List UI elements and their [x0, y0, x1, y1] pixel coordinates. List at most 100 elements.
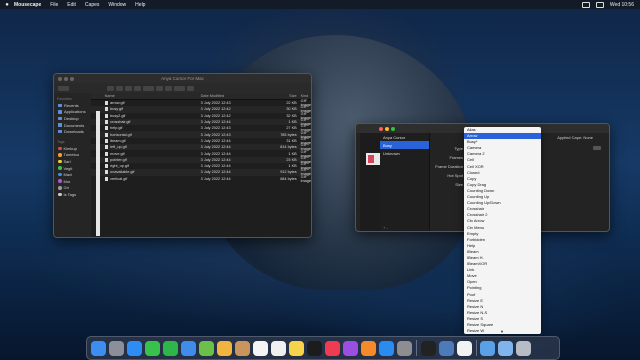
messages-icon[interactable]	[145, 340, 160, 356]
sidebar-tag-item[interactable]: Mavi	[54, 171, 91, 178]
column-size[interactable]: Size	[261, 94, 301, 98]
menu-capes[interactable]: Capes	[85, 2, 99, 8]
file-name: move.gif	[110, 151, 125, 156]
sidebar-item-desktop[interactable]: Desktop	[54, 115, 91, 122]
group-button[interactable]	[143, 85, 154, 91]
menu-app-name[interactable]: Mousecape	[14, 2, 41, 8]
scroll-down-arrow-icon[interactable]: ▼	[500, 329, 504, 334]
column-kind[interactable]: Kind	[301, 94, 311, 98]
sidebar-tag-item[interactable]: Vegit	[54, 165, 91, 172]
tag-button[interactable]	[165, 85, 172, 91]
tag-color-icon	[58, 146, 62, 151]
column-name[interactable]: Name	[91, 94, 201, 98]
sidebar-item-applications[interactable]: Applications	[54, 109, 91, 116]
menu-window[interactable]: Window	[108, 2, 126, 8]
terminal-icon[interactable]	[420, 340, 436, 356]
applied-cape-label: Applied Cape: None	[557, 135, 593, 140]
sidebar-item-documents[interactable]: Documents	[54, 122, 91, 129]
add-remove-buttons[interactable]: + -	[380, 225, 432, 230]
file-name: help.gif	[110, 126, 123, 131]
file-size: 1 KB	[288, 151, 297, 156]
documents-folder-icon[interactable]	[498, 340, 514, 356]
maps-icon[interactable]	[199, 340, 214, 356]
trash-icon[interactable]	[516, 340, 532, 356]
file-date: 3 July 2022 12:43	[200, 132, 231, 137]
column-view-button[interactable]	[125, 85, 132, 91]
calendar-icon[interactable]	[253, 340, 268, 356]
action-button[interactable]	[174, 85, 185, 91]
preview-icon[interactable]	[438, 340, 454, 356]
cape-thumbnail[interactable]	[366, 153, 380, 165]
type-label: Type	[454, 146, 463, 151]
sidebar-item-recents[interactable]: Recents	[54, 102, 91, 109]
mousecape-icon[interactable]	[456, 340, 472, 356]
contacts-icon[interactable]	[235, 340, 250, 356]
downloads-folder-icon[interactable]	[480, 340, 496, 356]
safari-icon[interactable]	[127, 340, 142, 356]
finder-icon[interactable]	[91, 340, 106, 356]
photos-icon[interactable]	[217, 340, 232, 356]
file-name: unavailable.gif	[110, 170, 135, 175]
back-forward-buttons[interactable]	[58, 85, 69, 91]
file-name: right_up.gif	[110, 164, 129, 169]
file-list-header: Name Date Modified Size Kind	[90, 93, 311, 100]
gallery-view-button[interactable]	[134, 85, 141, 91]
file-date: 3 July 2022 12:43	[200, 126, 231, 131]
cursor-item-busy[interactable]: Busy	[380, 141, 429, 149]
file-row[interactable]: vertical.gif 3 July 2022 12:44 684 bytes GI…	[91, 175, 311, 183]
sidebar-tag-item[interactable]: Kimkup	[54, 145, 91, 152]
control-center-icon[interactable]	[595, 1, 604, 8]
file-size: 912 bytes	[280, 170, 297, 175]
file-name: ibeam.gif	[110, 138, 126, 143]
cursor-item-unknown[interactable]: Unknown	[380, 149, 429, 157]
hot-spot-label: Hot Spot	[447, 173, 463, 178]
applications-icon	[58, 110, 62, 114]
file-date: 3 July 2022 12:42	[200, 107, 231, 112]
system-preferences-icon[interactable]	[397, 340, 412, 356]
gif-file-icon	[104, 145, 109, 150]
reminders-icon[interactable]	[271, 340, 286, 356]
share-button[interactable]	[156, 85, 163, 91]
sidebar-tag-item[interactable]: Gri	[54, 185, 91, 192]
screen-mirroring-icon[interactable]	[581, 1, 590, 8]
list-view-button[interactable]	[116, 85, 123, 91]
gif-file-icon	[104, 107, 109, 112]
facetime-icon[interactable]	[163, 340, 178, 356]
frame-stepper[interactable]	[593, 146, 601, 150]
icon-view-button[interactable]	[107, 85, 114, 91]
menu-file[interactable]: File	[50, 2, 58, 8]
menu-help[interactable]: Help	[135, 2, 145, 8]
mail-icon[interactable]	[181, 340, 196, 356]
tag-list: Kimkup Tumelou Sari Vegit Mavi Mor Gri Is Tags	[54, 145, 91, 198]
frame-duration-label: Frame Duration	[435, 164, 463, 169]
sidebar-tag-item[interactable]: Is Tags	[54, 191, 91, 198]
close-button[interactable]	[379, 126, 383, 131]
launchpad-icon[interactable]	[109, 340, 124, 356]
sidebar-tag-item[interactable]: Sari	[54, 158, 91, 165]
gif-file-icon	[104, 157, 109, 162]
menu-bar: ● Mousecape File Edit Capes Window Help …	[0, 0, 640, 9]
gif-file-icon	[104, 176, 109, 181]
minimize-button[interactable]	[385, 126, 389, 131]
tv-icon[interactable]	[307, 340, 322, 356]
file-list: Name Date Modified Size Kind arrow.gif 3 …	[90, 93, 311, 237]
file-size: 23 KB	[286, 157, 297, 162]
sidebar-item-downloads[interactable]: Downloads	[54, 128, 91, 135]
file-name: left_up.gif	[110, 145, 127, 150]
finder-titlebar[interactable]: Anya Cursor For Mac	[54, 74, 311, 83]
sidebar-tag-item[interactable]: Tumelou	[54, 152, 91, 159]
music-icon[interactable]	[325, 340, 340, 356]
zoom-button[interactable]	[391, 126, 395, 131]
clock[interactable]: Wed 10:56	[610, 2, 634, 8]
app-store-icon[interactable]	[379, 340, 394, 356]
search-icon[interactable]	[187, 85, 194, 91]
podcasts-icon[interactable]	[343, 340, 358, 356]
books-icon[interactable]	[361, 340, 376, 356]
sidebar-tag-item[interactable]: Mor	[54, 178, 91, 185]
cursor-type-dropdown[interactable]: Alias Arrow Busy* Camera Camera 2 Cell Cell XO…	[464, 127, 541, 334]
apple-menu-icon[interactable]: ●	[0, 2, 14, 8]
desktop-icon	[58, 116, 62, 121]
notes-icon[interactable]	[289, 340, 304, 356]
menu-edit[interactable]: Edit	[67, 2, 76, 8]
column-date-modified[interactable]: Date Modified	[201, 94, 261, 98]
